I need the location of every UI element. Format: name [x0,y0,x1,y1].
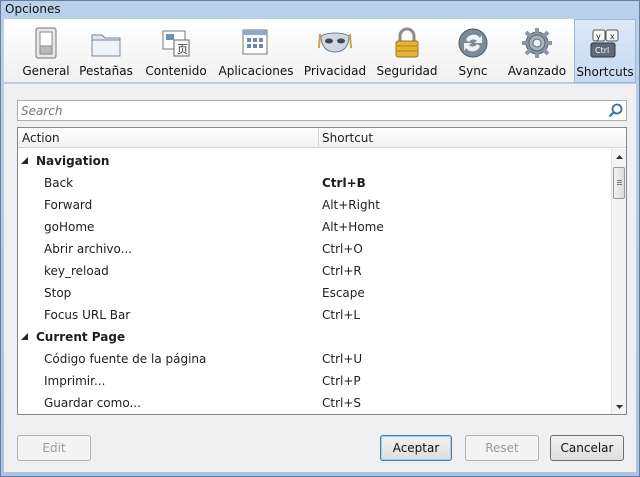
shortcut-label: Alt+Right [322,198,380,212]
reset-button[interactable]: Reset [465,435,539,461]
expanded-triangle-icon[interactable] [21,157,28,164]
action-label: Stop [44,286,72,300]
privacy-mask-icon [318,26,352,60]
preferences-toolbar: General Pestañas 页 Contenido Aplicacione… [4,19,636,83]
tree-header: Action Shortcut [18,128,626,148]
action-label: Abrir archivo... [44,242,133,256]
window-title: Opciones [5,2,61,16]
shortcut-row[interactable]: Abrir archivo... Ctrl+O [18,238,612,260]
shortcut-label: Ctrl+P [322,374,361,388]
accept-button[interactable]: Aceptar [380,435,452,461]
scroll-up-arrow-icon[interactable] [612,149,626,164]
action-label: Back [44,176,74,190]
svg-text:x: x [610,32,615,41]
shortcut-row[interactable]: Código fuente de la página Ctrl+U [18,348,612,370]
shortcuts-keys-icon: y x Ctrl [588,27,622,61]
action-label: goHome [44,220,95,234]
tab-seguridad-label: Seguridad [376,64,438,78]
group-label: Current Page [36,330,126,344]
title-bar[interactable]: Opciones [1,1,639,19]
scroll-down-arrow-icon[interactable] [612,399,626,414]
column-header-shortcut[interactable]: Shortcut [322,131,373,145]
group-label: Navigation [36,154,110,168]
tab-privacidad-label: Privacidad [303,64,367,78]
shortcut-row[interactable]: goHome Alt+Home [18,216,612,238]
tab-general-label: General [22,64,70,78]
tab-privacidad[interactable]: Privacidad [302,19,368,83]
svg-text:页: 页 [177,43,188,56]
group-row-navigation[interactable]: Navigation [18,150,612,172]
svg-text:Ctrl: Ctrl [595,46,609,55]
tab-pestanas-label: Pestañas [79,64,133,78]
tab-shortcuts[interactable]: y x Ctrl Shortcuts [574,19,636,83]
search-icon[interactable] [608,103,623,118]
shortcut-row[interactable]: Forward Alt+Right [18,194,612,216]
sync-icon [456,26,490,60]
scrollbar-thumb[interactable] [613,167,625,199]
svg-text:y: y [596,32,601,41]
applications-window-icon [239,26,273,60]
tab-avanzado-label: Avanzado [507,64,567,78]
shortcut-row[interactable]: Imprimir... Ctrl+P [18,370,612,392]
tab-contenido[interactable]: 页 Contenido [141,19,211,83]
shortcut-label: Escape [322,286,365,300]
tree-rows: Navigation Back Ctrl+B Forward Alt+Right… [18,150,612,414]
action-label: key_reload [44,264,109,278]
cancel-button[interactable]: Cancelar [550,435,624,461]
shortcut-label: Ctrl+R [322,264,362,278]
action-label: Código fuente de la página [44,352,207,366]
shortcut-label: Ctrl+L [322,308,361,322]
shortcut-row[interactable]: key_reload Ctrl+R [18,260,612,282]
tab-avanzado[interactable]: Avanzado [504,19,570,83]
shortcut-row[interactable]: Back Ctrl+B [18,172,612,194]
vertical-scrollbar[interactable] [611,149,626,414]
shortcut-label: Ctrl+S [322,396,362,410]
shortcuts-tree[interactable]: Action Shortcut Navigation Back Ctrl+B F… [17,127,627,415]
shortcut-row[interactable]: Focus URL Bar Ctrl+L [18,304,612,326]
edit-button[interactable]: Edit [17,435,91,461]
group-row-current-page[interactable]: Current Page [18,326,612,348]
tabs-folder-icon [89,26,123,60]
tab-pestanas[interactable]: Pestañas [76,19,136,83]
tab-shortcuts-label: Shortcuts [576,65,634,79]
action-label: Imprimir... [44,374,106,388]
action-label: Forward [44,198,93,212]
general-switch-icon [29,26,63,60]
shortcut-row[interactable]: Stop Escape [18,282,612,304]
tab-seguridad[interactable]: Seguridad [373,19,441,83]
action-label: Focus URL Bar [44,308,131,322]
shortcut-label: Alt+Home [322,220,384,234]
search-box [17,100,627,121]
tab-aplicaciones[interactable]: Aplicaciones [216,19,296,83]
tab-aplicaciones-label: Aplicaciones [218,64,294,78]
shortcut-label: Ctrl+B [322,176,366,190]
advanced-gear-icon [520,26,554,60]
search-input[interactable] [21,102,606,119]
shortcut-row[interactable]: Guardar como... Ctrl+S [18,392,612,414]
tab-contenido-label: Contenido [145,64,207,78]
column-header-action[interactable]: Action [22,131,60,145]
shortcuts-panel: Action Shortcut Navigation Back Ctrl+B F… [4,84,636,472]
options-window: Opciones General Pestañas 页 Contenido Ap… [0,0,640,477]
column-divider[interactable] [318,128,319,148]
shortcut-label: Ctrl+O [322,242,363,256]
expanded-triangle-icon[interactable] [21,333,28,340]
action-label: Guardar como... [44,396,141,410]
tab-sync-label: Sync [458,64,488,78]
content-page-icon: 页 [159,26,193,60]
security-padlock-icon [390,26,424,60]
tab-general[interactable]: General [16,19,76,83]
shortcut-label: Ctrl+U [322,352,363,366]
tab-sync[interactable]: Sync [448,19,498,83]
